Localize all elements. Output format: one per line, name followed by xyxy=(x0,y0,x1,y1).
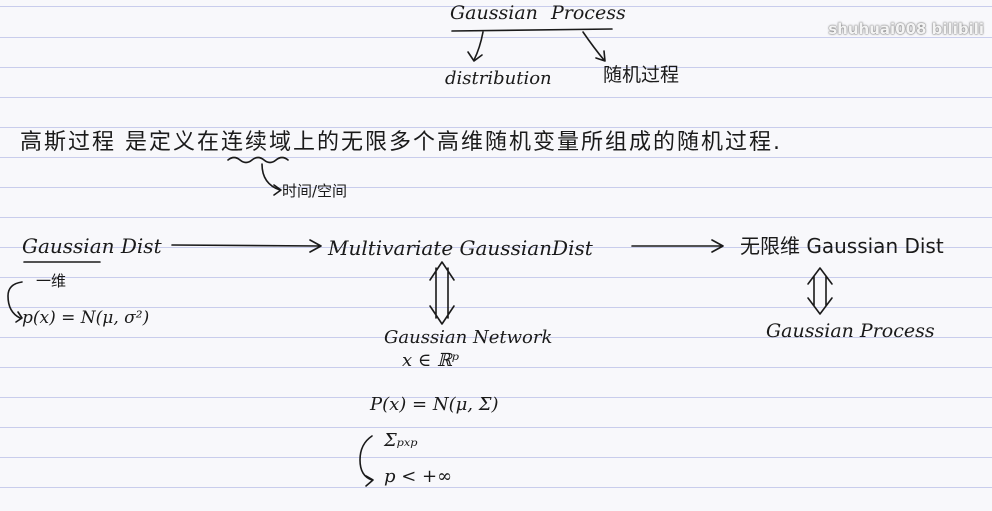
arrow-dist-to-multivariate xyxy=(171,239,322,253)
note-arrow xyxy=(261,163,282,196)
double-arrow-process xyxy=(807,267,833,315)
wavy-underline xyxy=(227,156,289,164)
double-arrow-network xyxy=(429,261,455,325)
ink-strokes xyxy=(7,28,833,487)
arrow-to-distribution xyxy=(467,31,484,62)
one-dim-brace xyxy=(7,281,23,323)
arrow-to-stochastic xyxy=(582,31,606,62)
arrow-multivariate-to-infinite xyxy=(631,239,724,253)
network-brace xyxy=(359,435,374,487)
title-underline xyxy=(451,28,613,32)
